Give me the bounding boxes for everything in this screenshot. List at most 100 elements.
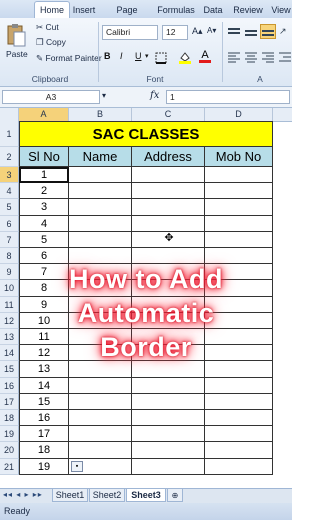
fill-color-icon[interactable] [178,50,192,64]
column-header-e[interactable] [273,108,292,121]
table-cell[interactable] [69,442,132,459]
header-cell[interactable]: Mob No [205,147,273,167]
table-cell[interactable] [132,393,205,410]
grow-font-icon[interactable]: A▴ [192,26,203,37]
table-cell[interactable] [132,199,205,216]
row-header[interactable]: 18 [0,410,19,427]
column-header-d[interactable]: D [205,108,273,121]
select-all-corner[interactable] [0,108,19,121]
table-cell[interactable] [205,458,273,475]
table-cell[interactable]: 4 [19,215,69,232]
align-bottom-icon[interactable] [260,24,276,39]
font-name-dropdown[interactable]: Calibri [102,25,158,40]
table-cell[interactable] [132,377,205,394]
table-cell[interactable] [205,377,273,394]
insert-sheet-icon[interactable]: ⊕ [167,489,183,502]
title-cell[interactable]: SAC CLASSES [19,121,273,147]
column-header-a[interactable]: A [19,108,69,121]
row-header[interactable]: 7 [0,231,19,248]
table-cell[interactable] [69,183,132,200]
tab-data[interactable]: Data [202,2,224,18]
cut-button[interactable]: ✂ Cut [36,22,59,33]
column-header-c[interactable]: C [132,108,205,121]
table-cell[interactable] [205,410,273,427]
format-painter-button[interactable]: ✎ Format Painter [36,53,102,64]
paste-button[interactable]: Paste [6,49,28,59]
table-cell[interactable] [69,426,132,443]
underline-button[interactable]: U [135,50,142,63]
table-cell[interactable] [132,215,205,232]
orientation-icon[interactable]: ↗ [279,26,291,38]
name-box-dropdown-icon[interactable]: ▾ [102,91,106,100]
formula-input[interactable]: 1 [166,90,290,104]
tab-review[interactable]: Review [232,2,264,18]
table-cell[interactable] [205,167,273,184]
table-cell[interactable] [69,410,132,427]
table-cell[interactable] [205,183,273,200]
column-header-b[interactable]: B [69,108,132,121]
table-cell[interactable] [132,442,205,459]
table-cell[interactable] [205,199,273,216]
shrink-font-icon[interactable]: A▾ [207,26,216,35]
row-header[interactable]: 19 [0,426,19,443]
table-cell[interactable] [132,426,205,443]
table-cell[interactable] [205,442,273,459]
table-cell[interactable] [205,426,273,443]
align-center-icon[interactable] [244,50,258,63]
sheet-tab-sheet3[interactable]: Sheet3 [126,489,166,502]
table-cell[interactable]: 16 [19,410,69,427]
table-cell[interactable] [69,393,132,410]
tab-insert[interactable]: Insert [70,2,98,18]
row-header[interactable]: 2 [0,147,19,167]
row-header[interactable]: 5 [0,199,19,216]
table-cell[interactable]: 19 [19,458,69,475]
table-cell[interactable] [205,231,273,248]
header-cell[interactable]: Address [132,147,205,167]
header-cell[interactable]: Name [69,147,132,167]
table-cell[interactable] [69,199,132,216]
row-header[interactable]: 16 [0,377,19,394]
sheet-nav-arrows-icon[interactable]: ◂◂ ◂ ▸ ▸▸ [3,490,43,499]
indent-icon[interactable] [278,50,292,62]
font-size-dropdown[interactable]: 12 [162,25,188,40]
name-box[interactable]: A3 [2,90,100,104]
paste-icon[interactable] [6,23,26,47]
table-cell[interactable] [69,167,132,184]
row-header[interactable]: 3 [0,167,19,184]
row-header[interactable]: 17 [0,393,19,410]
table-cell[interactable]: 2 [19,183,69,200]
bold-button[interactable]: B [104,50,111,63]
table-cell[interactable] [132,458,205,475]
align-top-icon[interactable] [227,26,241,38]
tab-page-layout[interactable]: Page Layout [102,2,152,31]
align-right-icon[interactable] [261,50,275,63]
table-cell[interactable]: 5 [19,231,69,248]
table-cell[interactable]: 17 [19,426,69,443]
table-cell[interactable]: 14 [19,377,69,394]
table-cell[interactable]: 1 [19,167,69,184]
font-color-icon[interactable]: A [199,49,211,65]
header-cell[interactable]: Sl No [19,147,69,167]
table-cell[interactable]: 3 [19,199,69,216]
table-cell[interactable] [69,377,132,394]
table-cell[interactable]: 18 [19,442,69,459]
underline-dropdown-icon[interactable]: ▾ [145,50,149,63]
row-header[interactable]: 1 [0,121,19,147]
row-header[interactable]: 20 [0,442,19,459]
table-cell[interactable] [132,410,205,427]
align-left-icon[interactable] [227,50,241,63]
table-cell[interactable] [132,167,205,184]
table-cell[interactable] [132,183,205,200]
autofill-options-icon[interactable]: ▪ [71,460,83,472]
sheet-tab-sheet1[interactable]: Sheet1 [52,489,88,502]
table-cell[interactable] [205,393,273,410]
table-cell[interactable]: 15 [19,393,69,410]
tab-view[interactable]: View [270,2,292,18]
copy-button[interactable]: ❐ Copy [36,37,66,48]
borders-icon[interactable] [155,51,167,64]
row-header[interactable]: 21 [0,458,19,475]
sheet-tab-sheet2[interactable]: Sheet2 [89,489,125,502]
tab-formulas[interactable]: Formulas [156,2,196,18]
align-middle-icon[interactable] [244,26,258,38]
table-cell[interactable] [205,215,273,232]
